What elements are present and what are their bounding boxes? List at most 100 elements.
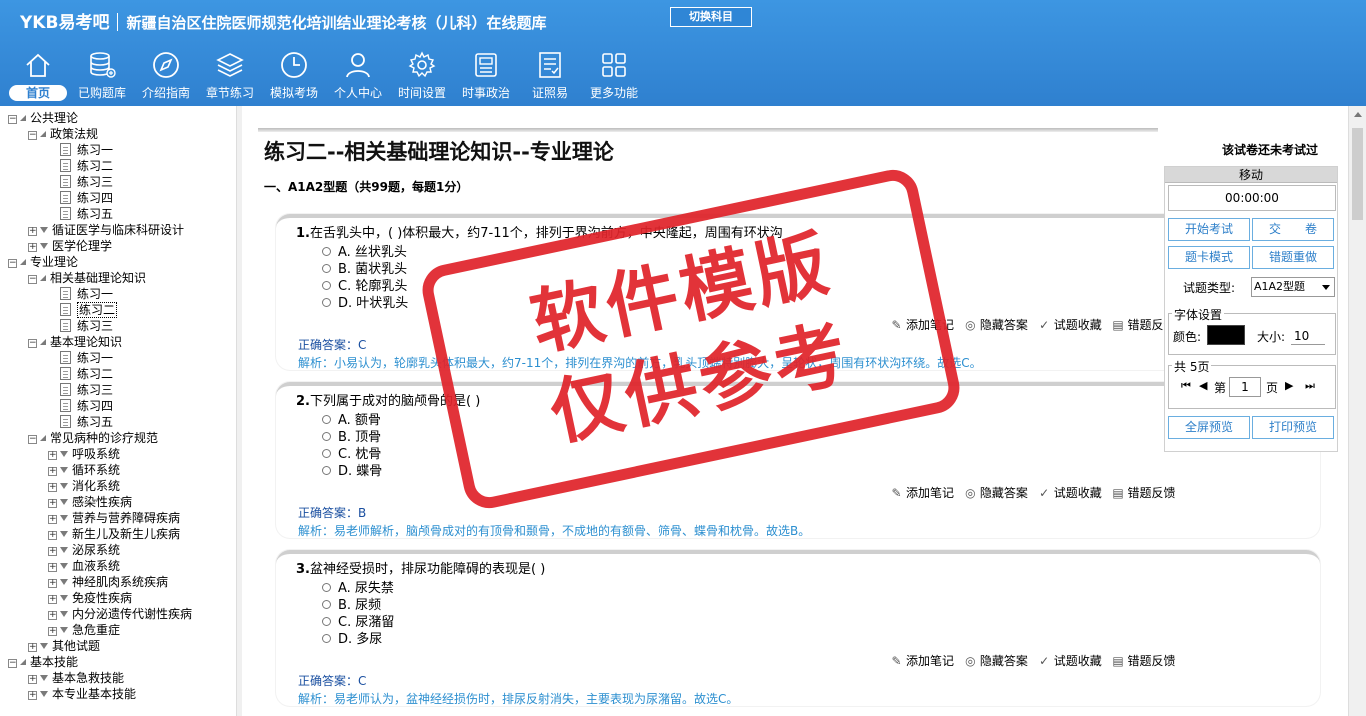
expand-toggle-icon[interactable]: +: [48, 563, 57, 572]
option-b[interactable]: B. 菌状乳头: [322, 261, 407, 278]
tree-item[interactable]: + 免疫性疾病: [48, 590, 132, 606]
page-number-input[interactable]: 1: [1229, 377, 1261, 397]
nav-item-politics[interactable]: 时事政治: [454, 50, 518, 104]
tree-item[interactable]: + 循环系统: [48, 462, 120, 478]
content-scrollbar[interactable]: [1348, 106, 1366, 716]
start-exam-button[interactable]: 开始考试: [1168, 218, 1250, 241]
tree-item[interactable]: 练习一: [48, 350, 113, 366]
panel-move-handle[interactable]: 移动: [1165, 167, 1337, 183]
hide-answer-button[interactable]: ◎ 隐藏答案: [964, 316, 1028, 333]
option-a[interactable]: A. 额骨: [322, 412, 381, 429]
tree-item[interactable]: − 相关基础理论知识: [28, 270, 146, 286]
add-note-button[interactable]: ✎ 添加笔记: [890, 484, 954, 501]
hide-answer-button[interactable]: ◎ 隐藏答案: [964, 484, 1028, 501]
tree-item[interactable]: − 公共理论: [8, 110, 78, 126]
tree-item[interactable]: + 营养与营养障碍疾病: [48, 510, 180, 526]
collapse-toggle-icon[interactable]: −: [8, 259, 17, 268]
favorite-button[interactable]: ✓ 试题收藏: [1038, 316, 1102, 333]
report-error-button[interactable]: ▤ 错题反馈: [1112, 484, 1175, 501]
expand-toggle-icon[interactable]: +: [48, 579, 57, 588]
radio-button[interactable]: [322, 432, 331, 441]
option-a[interactable]: A. 尿失禁: [322, 580, 394, 597]
favorite-button[interactable]: ✓ 试题收藏: [1038, 652, 1102, 669]
font-size-input[interactable]: 10: [1291, 327, 1325, 345]
expand-toggle-icon[interactable]: +: [48, 595, 57, 604]
option-c[interactable]: C. 尿潴留: [322, 614, 394, 631]
tree-item[interactable]: + 感染性疾病: [48, 494, 132, 510]
expand-toggle-icon[interactable]: +: [48, 483, 57, 492]
nav-item-profile[interactable]: 个人中心: [326, 50, 390, 104]
switch-subject-button[interactable]: 切换科目: [670, 7, 752, 27]
expand-toggle-icon[interactable]: +: [48, 627, 57, 636]
radio-button[interactable]: [322, 634, 331, 643]
tree-item[interactable]: 练习一: [48, 286, 113, 302]
expand-toggle-icon[interactable]: +: [48, 515, 57, 524]
collapse-toggle-icon[interactable]: −: [28, 435, 37, 444]
submit-exam-button[interactable]: 交 卷: [1252, 218, 1334, 241]
tree-item[interactable]: 练习五: [48, 206, 113, 222]
tree-item[interactable]: 练习二: [48, 158, 113, 174]
option-c[interactable]: C. 枕骨: [322, 446, 381, 463]
radio-button[interactable]: [322, 600, 331, 609]
expand-toggle-icon[interactable]: +: [28, 243, 37, 252]
option-d[interactable]: D. 多尿: [322, 631, 382, 648]
tree-item[interactable]: + 基本急救技能: [28, 670, 124, 686]
color-picker[interactable]: [1207, 325, 1245, 345]
nav-item-chapter[interactable]: 章节练习: [198, 50, 262, 104]
last-page-icon[interactable]: ⏭: [1305, 379, 1315, 393]
radio-button[interactable]: [322, 264, 331, 273]
first-page-icon[interactable]: ⏮: [1181, 379, 1191, 393]
tree-item[interactable]: + 内分泌遗传代谢性疾病: [48, 606, 192, 622]
nav-item-guide[interactable]: 介绍指南: [134, 50, 198, 104]
radio-button[interactable]: [322, 298, 331, 307]
tree-item[interactable]: + 呼吸系统: [48, 446, 120, 462]
tree-item[interactable]: 练习三: [48, 318, 113, 334]
collapse-toggle-icon[interactable]: −: [28, 131, 37, 140]
option-d[interactable]: D. 蝶骨: [322, 463, 382, 480]
nav-item-home[interactable]: 首页: [6, 50, 70, 104]
add-note-button[interactable]: ✎ 添加笔记: [890, 316, 954, 333]
radio-button[interactable]: [322, 281, 331, 290]
expand-toggle-icon[interactable]: +: [48, 611, 57, 620]
tree-item[interactable]: + 血液系统: [48, 558, 120, 574]
print-preview-button[interactable]: 打印预览: [1252, 416, 1334, 439]
option-b[interactable]: B. 顶骨: [322, 429, 381, 446]
expand-toggle-icon[interactable]: +: [28, 691, 37, 700]
radio-button[interactable]: [322, 466, 331, 475]
tree-item[interactable]: − 专业理论: [8, 254, 78, 270]
collapse-toggle-icon[interactable]: −: [8, 115, 17, 124]
report-error-button[interactable]: ▤ 错题反馈: [1112, 652, 1175, 669]
option-b[interactable]: B. 尿频: [322, 597, 381, 614]
radio-button[interactable]: [322, 415, 331, 424]
tree-item[interactable]: + 循证医学与临床科研设计: [28, 222, 184, 238]
collapse-toggle-icon[interactable]: −: [28, 275, 37, 284]
nav-item-purchased[interactable]: 已购题库: [70, 50, 134, 104]
radio-button[interactable]: [322, 583, 331, 592]
option-a[interactable]: A. 丝状乳头: [322, 244, 407, 261]
scroll-up-arrow-icon[interactable]: [1354, 112, 1362, 117]
add-note-button[interactable]: ✎ 添加笔记: [890, 652, 954, 669]
tree-scrollbar[interactable]: [236, 106, 242, 716]
tree-item[interactable]: + 神经肌肉系统疾病: [48, 574, 168, 590]
tree-item[interactable]: + 泌尿系统: [48, 542, 120, 558]
tree-item[interactable]: 练习二: [48, 302, 118, 318]
option-c[interactable]: C. 轮廓乳头: [322, 278, 407, 295]
tree-item[interactable]: + 急危重症: [48, 622, 120, 638]
next-page-icon[interactable]: ▶: [1285, 379, 1293, 392]
expand-toggle-icon[interactable]: +: [48, 547, 57, 556]
tree-item[interactable]: + 其他试题: [28, 638, 100, 654]
expand-toggle-icon[interactable]: +: [28, 643, 37, 652]
nav-item-time-settings[interactable]: 时间设置: [390, 50, 454, 104]
tree-item[interactable]: + 医学伦理学: [28, 238, 112, 254]
collapse-toggle-icon[interactable]: −: [28, 339, 37, 348]
nav-item-mock-exam[interactable]: 模拟考场: [262, 50, 326, 104]
expand-toggle-icon[interactable]: +: [48, 467, 57, 476]
expand-toggle-icon[interactable]: +: [48, 499, 57, 508]
nav-item-more[interactable]: 更多功能: [582, 50, 646, 104]
tree-item[interactable]: + 新生儿及新生儿疾病: [48, 526, 180, 542]
prev-page-icon[interactable]: ◀: [1199, 379, 1207, 392]
tree-item[interactable]: − 常见病种的诊疗规范: [28, 430, 158, 446]
question-type-select[interactable]: A1A2型题: [1251, 277, 1335, 297]
tree-item[interactable]: + 消化系统: [48, 478, 120, 494]
collapse-toggle-icon[interactable]: −: [8, 659, 17, 668]
